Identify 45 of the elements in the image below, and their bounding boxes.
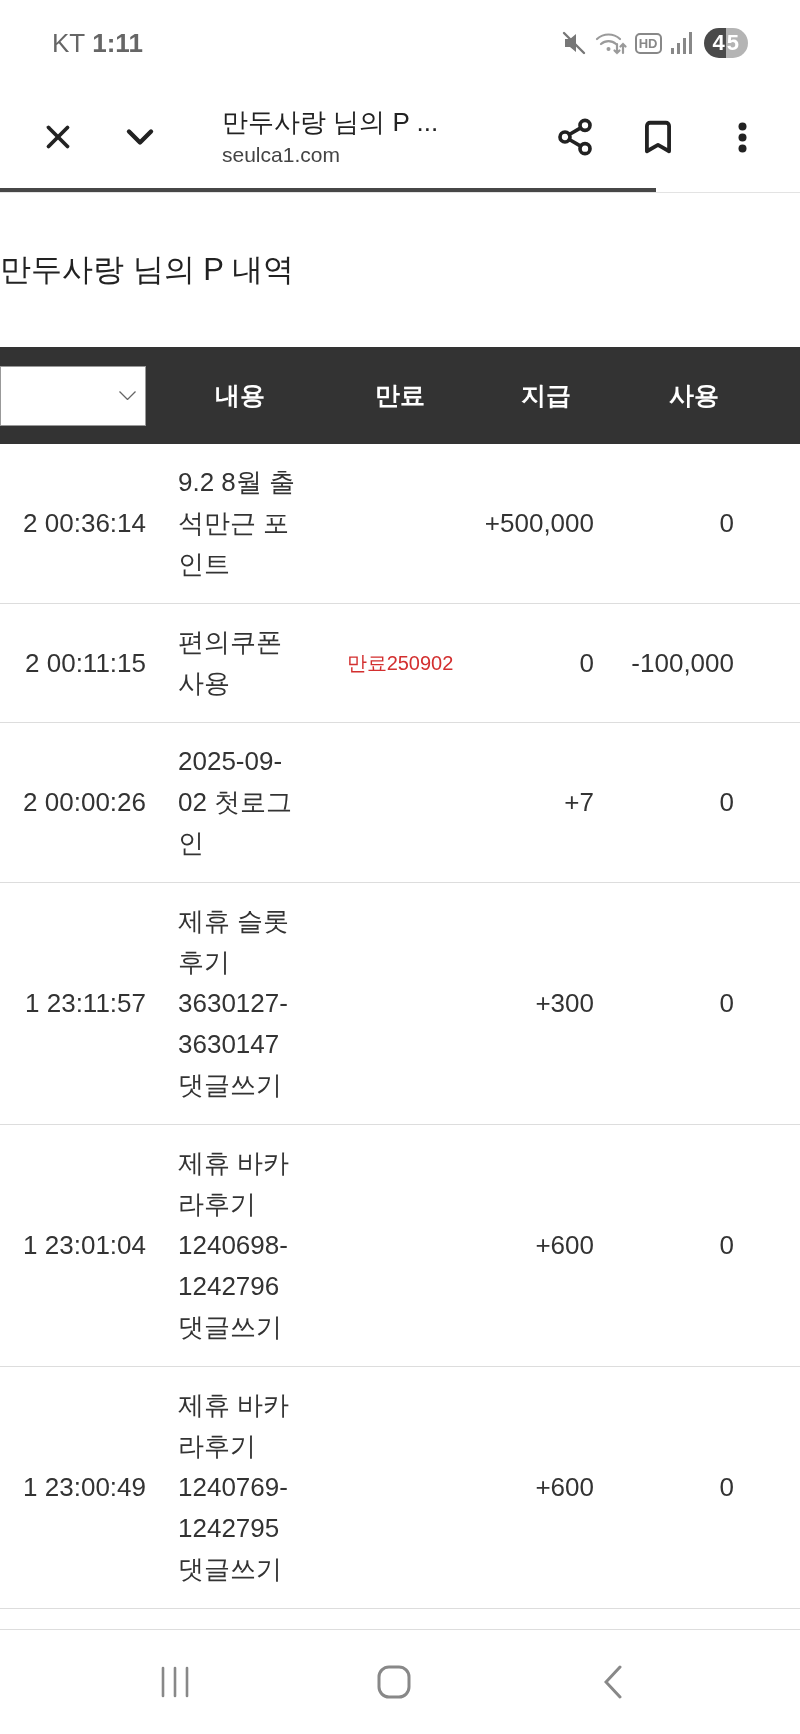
paid-cell-text: +300: [534, 987, 595, 1020]
more-icon: [737, 121, 747, 153]
paid-cell-text: +500,000: [483, 507, 595, 540]
used-cell-text: 0: [718, 987, 735, 1020]
content-cell-text: 편의쿠폰 사용: [178, 626, 283, 700]
caret-icon: [119, 391, 136, 400]
used-cell-text: 0: [718, 786, 735, 819]
mute-icon: [560, 30, 587, 56]
time-cell-text: 2 00:00:26: [22, 786, 147, 819]
column-header: 내용: [214, 379, 266, 411]
used-cell-text: -100,000: [630, 646, 735, 680]
back-icon[interactable]: [604, 1665, 622, 1699]
paid-cell-text: +600: [534, 1229, 595, 1262]
paid-cell-text: +7: [563, 786, 595, 819]
filter-select[interactable]: [0, 365, 146, 426]
url-text: seulca1.com: [222, 142, 341, 168]
wifi-icon: [594, 30, 627, 56]
content-cell-text: 제휴 바카라후기 1240698-1242796 댓글쓰기: [178, 1147, 291, 1344]
time-cell-text: 1 23:11:57: [24, 987, 147, 1020]
time-cell-text: 1 23:00:49: [22, 1471, 147, 1504]
carrier-label: KT: [52, 26, 86, 60]
home-icon[interactable]: [377, 1665, 411, 1699]
expiry-cell: 만료250902: [346, 652, 454, 674]
signal-icon: [669, 31, 692, 55]
recent-apps-icon[interactable]: [160, 1666, 190, 1698]
hd-voice-badge: HD: [634, 32, 662, 54]
used-cell-text: 0: [718, 1229, 735, 1262]
used-cell-text: 0: [718, 507, 735, 540]
column-header: 지급: [520, 379, 572, 411]
content-cell-text: 2025-09-02 첫로그인: [178, 745, 294, 860]
page-heading: 만두사랑 님의 P 내역: [0, 250, 294, 289]
share-icon: [555, 117, 595, 157]
content-cell-text: 제휴 슬롯 후기 3630127-3630147 댓글쓰기: [178, 905, 291, 1102]
time-cell-text: 2 00:36:14: [22, 507, 147, 540]
column-header: 만료: [374, 379, 426, 411]
paid-cell-text: 0: [578, 646, 595, 680]
used-cell-text: 0: [718, 1471, 735, 1504]
content-cell-text: 제휴 바카라후기 1240769-1242795 댓글쓰기: [178, 1389, 291, 1586]
clock-time: 1:11: [92, 26, 143, 60]
paid-cell-text: +600: [534, 1471, 595, 1504]
page-title-bar-text: 만두사랑 님의 P ...: [222, 106, 440, 139]
content-cell-text: 9.2 8월 출석만근 포인트: [178, 466, 297, 581]
time-cell-text: 1 23:01:04: [22, 1229, 147, 1262]
column-header: 사용: [668, 379, 720, 411]
time-cell-text: 2 00:11:15: [24, 646, 147, 680]
